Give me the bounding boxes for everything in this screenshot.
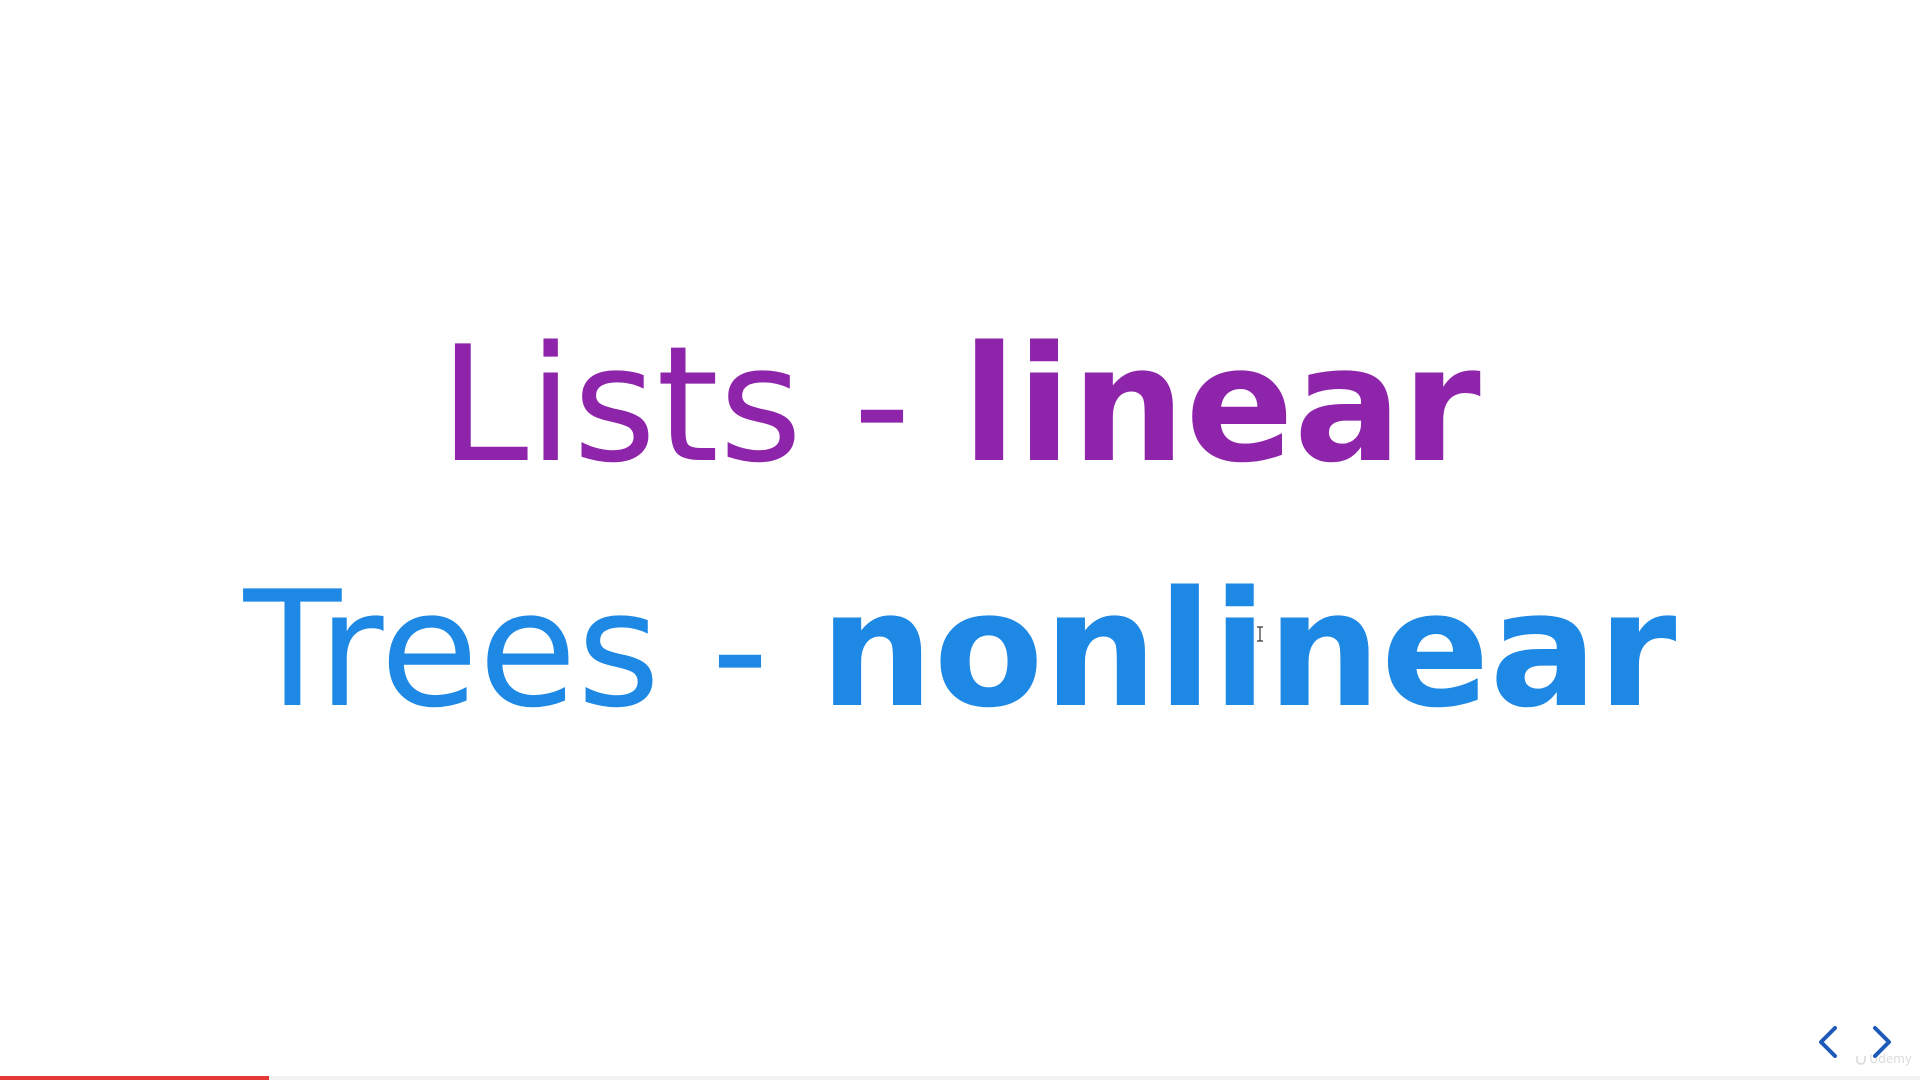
chevron-left-icon (1819, 1026, 1837, 1058)
slide: Lists - linear Trees - nonlinear Udemy (0, 0, 1920, 1080)
trees-term: Trees (243, 556, 661, 743)
lists-kind: linear (961, 311, 1481, 498)
video-progress-bar[interactable] (0, 1076, 1920, 1080)
trees-kind: nonlinear (819, 556, 1677, 743)
trees-separator: - (660, 556, 820, 743)
video-progress-fill (0, 1076, 269, 1080)
lists-line: Lists - linear (0, 325, 1920, 485)
text-cursor-icon (1256, 626, 1264, 642)
chevron-right-icon (1873, 1026, 1891, 1058)
lists-term: Lists (439, 311, 803, 498)
slide-navigation (1808, 1022, 1902, 1062)
trees-line: Trees - nonlinear (0, 570, 1920, 730)
lists-separator: - (802, 311, 962, 498)
next-slide-button[interactable] (1862, 1022, 1902, 1062)
previous-slide-button[interactable] (1808, 1022, 1848, 1062)
